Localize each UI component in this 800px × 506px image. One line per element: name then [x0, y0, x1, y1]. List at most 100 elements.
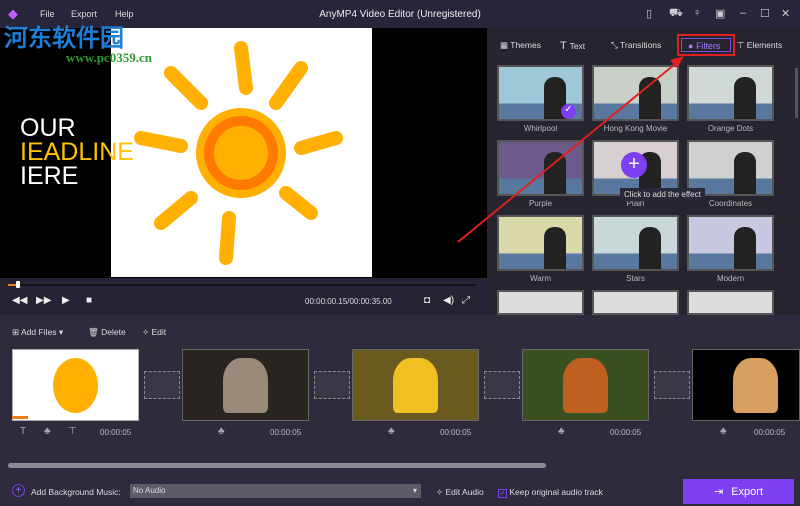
play-button[interactable]: ▶ — [62, 295, 70, 306]
export-button[interactable]: ⇥ Export — [683, 479, 794, 504]
transitions-icon: ⤡ — [611, 40, 621, 50]
clip-progress — [12, 416, 28, 419]
playback-controls: ◀◀ ▶▶ ▶ ■ 00:00:00.15/00:00:35.00 ◘ ◀) ⤢ — [0, 278, 487, 315]
timeline-clip[interactable] — [182, 349, 309, 421]
transition-slot[interactable] — [654, 371, 690, 399]
filter-label: Stars — [626, 274, 645, 283]
seek-handle[interactable] — [16, 281, 20, 288]
delete-button[interactable]: 🗑 Delete — [88, 327, 126, 338]
watermark-url: www.pc0359.cn — [66, 50, 152, 65]
clip-duration: 00:00:05 — [754, 428, 786, 437]
filter-label: Purple — [528, 199, 553, 208]
filter-label: Hong Kong Movie — [603, 124, 668, 133]
woman-silhouette-image — [544, 227, 566, 269]
effects-panel: ▦ Themes T Text ⤡ Transitions ● Filters … — [487, 28, 800, 315]
clip-duration: 00:00:05 — [440, 428, 472, 437]
chevron-down-icon: ▾ — [412, 486, 417, 495]
clip-thumbnail-image — [393, 358, 438, 413]
filter-icon[interactable]: ♣ — [388, 426, 395, 437]
transition-slot[interactable] — [144, 371, 180, 399]
timeline-clip[interactable] — [522, 349, 649, 421]
filter-thumb[interactable] — [687, 290, 774, 315]
clip-thumbnail-image — [563, 358, 608, 413]
woman-silhouette-image — [734, 227, 756, 269]
watermark-text: 河东软件园 — [4, 25, 124, 52]
tab-themes[interactable]: ▦ Themes — [500, 40, 541, 51]
filter-icon[interactable]: ♣ — [720, 426, 727, 437]
filter-thumb[interactable] — [592, 65, 679, 121]
timeline-toolbar: ⊞ Add Files ▾ 🗑 Delete ✧ Edit — [0, 315, 800, 347]
clip-thumbnail-image — [223, 358, 268, 413]
timeline-clip[interactable] — [692, 349, 800, 421]
filter-thumb[interactable] — [592, 290, 679, 315]
close-button[interactable]: ✕ — [781, 7, 790, 20]
fullscreen-icon[interactable]: ⤢ — [462, 295, 470, 306]
woman-silhouette-image — [734, 152, 756, 194]
filter-label: Orange Dots — [707, 124, 754, 133]
text-icon[interactable]: T — [20, 426, 26, 437]
edit-audio-button[interactable]: ✧ Edit Audio — [436, 487, 484, 498]
timeline-clip[interactable] — [12, 349, 139, 421]
filter-thumb[interactable] — [687, 65, 774, 121]
tab-elements[interactable]: ⊤ Elements — [737, 40, 782, 51]
minimize-button[interactable]: – — [740, 7, 746, 19]
filter-icon[interactable]: ♣ — [558, 426, 565, 437]
clip-thumbnail-image — [733, 358, 778, 413]
add-music-icon[interactable]: + — [12, 484, 25, 497]
tooltip: Click to add the effect — [620, 188, 705, 201]
tab-filters[interactable]: ● Filters — [677, 34, 735, 56]
add-effect-button[interactable]: + — [621, 152, 647, 178]
panel-scrollbar[interactable] — [795, 68, 798, 118]
woman-silhouette-image — [639, 227, 661, 269]
woman-silhouette-image — [639, 77, 661, 119]
tab-transitions[interactable]: ⤡ Transitions — [611, 40, 661, 51]
tab-text[interactable]: T Text — [560, 40, 585, 52]
filter-icon[interactable]: ♣ — [44, 426, 51, 437]
filters-icon: ● — [688, 41, 696, 51]
save-icon[interactable]: ▯ — [646, 7, 652, 20]
filter-label: Modern — [716, 274, 745, 283]
filter-thumb[interactable] — [497, 215, 584, 271]
stop-button[interactable]: ■ — [86, 295, 92, 306]
feedback-icon[interactable]: ▣ — [715, 7, 725, 20]
clip-duration: 00:00:05 — [270, 428, 302, 437]
elements-icon[interactable]: ⊤ — [68, 426, 77, 437]
filter-thumb[interactable] — [497, 140, 584, 196]
filter-thumb[interactable] — [497, 290, 584, 315]
clip-duration: 00:00:05 — [100, 428, 132, 437]
clip-thumbnail-image — [53, 358, 98, 413]
headline-line-3: IERE — [20, 162, 79, 190]
audio-select[interactable]: No Audio ▾ — [130, 484, 421, 498]
themes-icon: ▦ — [500, 40, 511, 50]
video-preview: OUR IEADLINE IERE 河东软件园 www.pc0359.cn — [0, 25, 487, 278]
snapshot-icon[interactable]: ◘ — [424, 295, 430, 306]
filter-label: Warm — [529, 274, 552, 283]
cart-icon[interactable]: ⛟ — [669, 7, 683, 21]
woman-silhouette-image — [544, 152, 566, 194]
transition-slot[interactable] — [484, 371, 520, 399]
key-icon[interactable]: ♀ — [693, 7, 701, 19]
woman-silhouette-image — [734, 77, 756, 119]
fast-forward-button[interactable]: ▶▶ — [36, 295, 51, 306]
filter-icon[interactable]: ♣ — [218, 426, 225, 437]
applied-check-icon: ✓ — [561, 104, 576, 119]
keep-audio-checkbox[interactable]: ✓ Keep original audio track — [498, 487, 603, 498]
text-icon: T — [560, 40, 570, 52]
transition-slot[interactable] — [314, 371, 350, 399]
rewind-button[interactable]: ◀◀ — [12, 295, 27, 306]
maximize-button[interactable]: ☐ — [760, 7, 770, 20]
seek-bar[interactable] — [8, 284, 476, 286]
elements-icon: ⊤ — [737, 40, 747, 50]
filter-thumb[interactable] — [592, 215, 679, 271]
add-files-button[interactable]: ⊞ Add Files ▾ — [12, 327, 63, 338]
trash-icon: 🗑 — [88, 327, 102, 337]
timeline-clip[interactable] — [352, 349, 479, 421]
folder-add-icon: ⊞ — [12, 327, 22, 337]
edit-button[interactable]: ✧ Edit — [142, 327, 166, 338]
volume-icon[interactable]: ◀) — [443, 295, 454, 306]
timeline-scrollbar[interactable] — [8, 463, 546, 468]
time-display: 00:00:00.15/00:00:35.00 — [305, 297, 392, 306]
filter-thumb[interactable] — [687, 215, 774, 271]
checkbox-checked-icon: ✓ — [498, 489, 507, 498]
filter-label: Whirlpool — [523, 124, 558, 133]
